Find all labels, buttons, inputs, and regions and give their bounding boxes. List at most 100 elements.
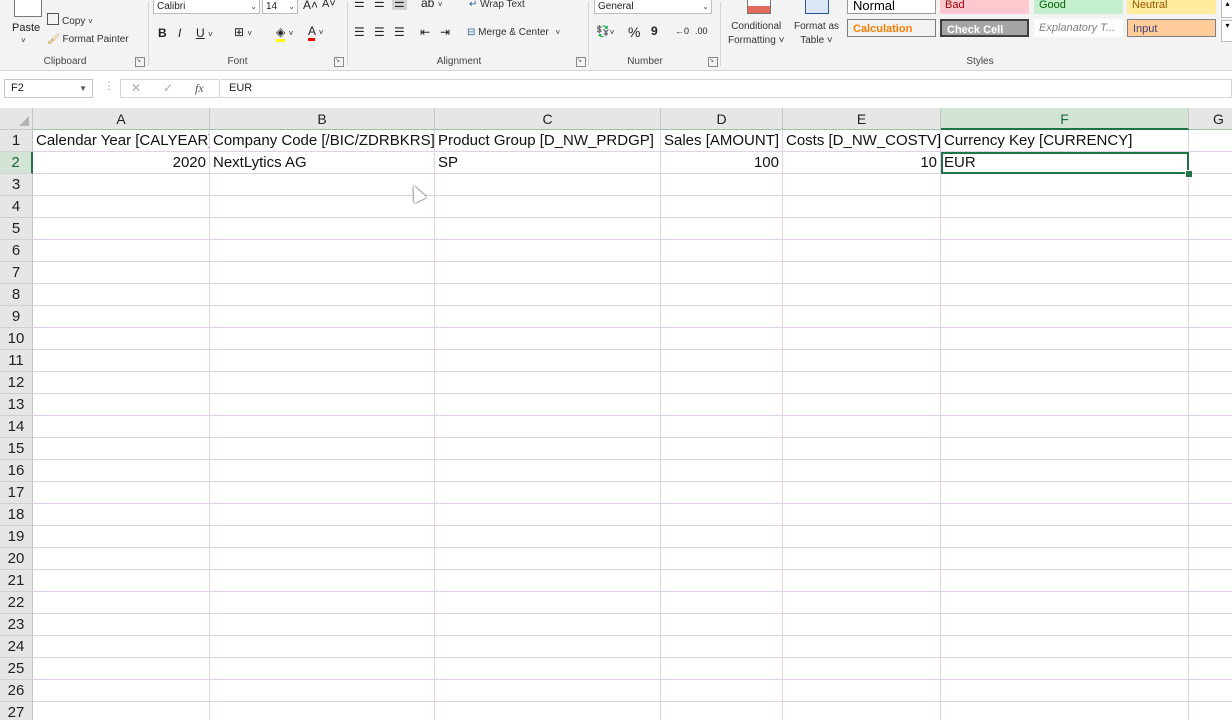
style-calculation[interactable]: Calculation: [847, 19, 936, 37]
name-box[interactable]: F2 ▼: [4, 79, 93, 98]
italic-button[interactable]: I: [178, 26, 181, 40]
align-bottom-icon[interactable]: ☰: [392, 0, 407, 10]
cell[interactable]: [661, 438, 783, 460]
cell[interactable]: [661, 372, 783, 394]
column-header[interactable]: B: [210, 108, 435, 130]
style-check-cell[interactable]: Check Cell: [940, 19, 1029, 37]
cell[interactable]: [783, 438, 941, 460]
cell[interactable]: [941, 196, 1189, 218]
cell[interactable]: [210, 614, 435, 636]
cell[interactable]: [435, 372, 661, 394]
row-header[interactable]: 4: [0, 196, 33, 218]
cell[interactable]: [661, 548, 783, 570]
cell[interactable]: [210, 416, 435, 438]
cell[interactable]: [941, 350, 1189, 372]
grow-font-button[interactable]: A˄: [303, 0, 318, 12]
cell[interactable]: [33, 394, 210, 416]
cell[interactable]: [941, 658, 1189, 680]
cell[interactable]: [1189, 218, 1232, 240]
cell[interactable]: [783, 636, 941, 658]
cell[interactable]: [661, 262, 783, 284]
cell[interactable]: [435, 680, 661, 702]
cell[interactable]: [33, 570, 210, 592]
font-color-icon[interactable]: A ˅: [308, 24, 323, 41]
cell[interactable]: [783, 394, 941, 416]
cell[interactable]: [941, 394, 1189, 416]
merge-center-button[interactable]: ⊟ Merge & Center ˅: [467, 27, 560, 38]
cell[interactable]: [661, 284, 783, 306]
cell[interactable]: [435, 438, 661, 460]
cell[interactable]: [210, 504, 435, 526]
cell[interactable]: [435, 416, 661, 438]
row-header[interactable]: 26: [0, 680, 33, 702]
row-header[interactable]: 12: [0, 372, 33, 394]
cell[interactable]: [33, 460, 210, 482]
row-header[interactable]: 16: [0, 460, 33, 482]
cell[interactable]: [783, 592, 941, 614]
cell[interactable]: [1189, 658, 1232, 680]
cell[interactable]: [435, 174, 661, 196]
conditional-formatting-icon[interactable]: [747, 0, 771, 14]
cell[interactable]: [210, 306, 435, 328]
cell[interactable]: [1189, 570, 1232, 592]
cell[interactable]: [1189, 460, 1232, 482]
cell[interactable]: [210, 262, 435, 284]
cell[interactable]: [941, 438, 1189, 460]
underline-button[interactable]: U ˅: [196, 26, 213, 40]
enter-icon[interactable]: ✓: [163, 81, 173, 95]
cell[interactable]: [941, 218, 1189, 240]
cell[interactable]: [783, 372, 941, 394]
row-header[interactable]: 6: [0, 240, 33, 262]
cell[interactable]: [1189, 504, 1232, 526]
row-header[interactable]: 7: [0, 262, 33, 284]
header-cell[interactable]: Product Group [D_NW_PRDGP]: [435, 130, 661, 152]
cell[interactable]: [435, 394, 661, 416]
paste-button[interactable]: Paste: [12, 22, 40, 34]
cell[interactable]: [1189, 680, 1232, 702]
cell[interactable]: [435, 460, 661, 482]
cell[interactable]: [210, 592, 435, 614]
cell[interactable]: [941, 504, 1189, 526]
cell[interactable]: [33, 196, 210, 218]
cell[interactable]: [1189, 438, 1232, 460]
cell[interactable]: [661, 592, 783, 614]
cell[interactable]: [783, 482, 941, 504]
wrap-text-button[interactable]: ↵ Wrap Text: [469, 0, 525, 10]
cell[interactable]: [210, 702, 435, 720]
row-header[interactable]: 20: [0, 548, 33, 570]
comma-style-button[interactable]: 9: [651, 24, 658, 38]
cell[interactable]: [661, 504, 783, 526]
cell[interactable]: [941, 636, 1189, 658]
cell[interactable]: [783, 526, 941, 548]
cell[interactable]: [1189, 372, 1232, 394]
row-header[interactable]: 5: [0, 218, 33, 240]
cell[interactable]: [33, 614, 210, 636]
fill-color-icon[interactable]: ◈ ˅: [276, 25, 293, 42]
header-cell[interactable]: Company Code [/BIC/ZDRBKRS]: [210, 130, 435, 152]
cell[interactable]: [33, 548, 210, 570]
header-cell[interactable]: Calendar Year [CALYEAR]: [33, 130, 210, 152]
row-header[interactable]: 21: [0, 570, 33, 592]
cell[interactable]: [210, 526, 435, 548]
cell[interactable]: [435, 482, 661, 504]
cell[interactable]: [661, 328, 783, 350]
data-cell[interactable]: 2020: [33, 152, 210, 174]
cell[interactable]: [1189, 592, 1232, 614]
cell[interactable]: [661, 218, 783, 240]
format-as-table-button[interactable]: Format as Table ˅: [794, 20, 839, 48]
cell[interactable]: [435, 526, 661, 548]
cell[interactable]: [941, 702, 1189, 720]
header-cell[interactable]: Sales [AMOUNT]: [661, 130, 783, 152]
align-middle-icon[interactable]: ☰: [374, 0, 385, 10]
column-header[interactable]: G: [1189, 108, 1232, 130]
cell[interactable]: [941, 328, 1189, 350]
cell[interactable]: [941, 372, 1189, 394]
cell[interactable]: [941, 306, 1189, 328]
cell[interactable]: [783, 218, 941, 240]
alignment-launcher-icon[interactable]: ↘: [576, 57, 586, 67]
paste-dropdown-icon[interactable]: ˅: [21, 36, 26, 45]
cell[interactable]: [210, 394, 435, 416]
cell[interactable]: [435, 548, 661, 570]
row-header[interactable]: 27: [0, 702, 33, 720]
style-normal[interactable]: Normal: [847, 0, 936, 14]
